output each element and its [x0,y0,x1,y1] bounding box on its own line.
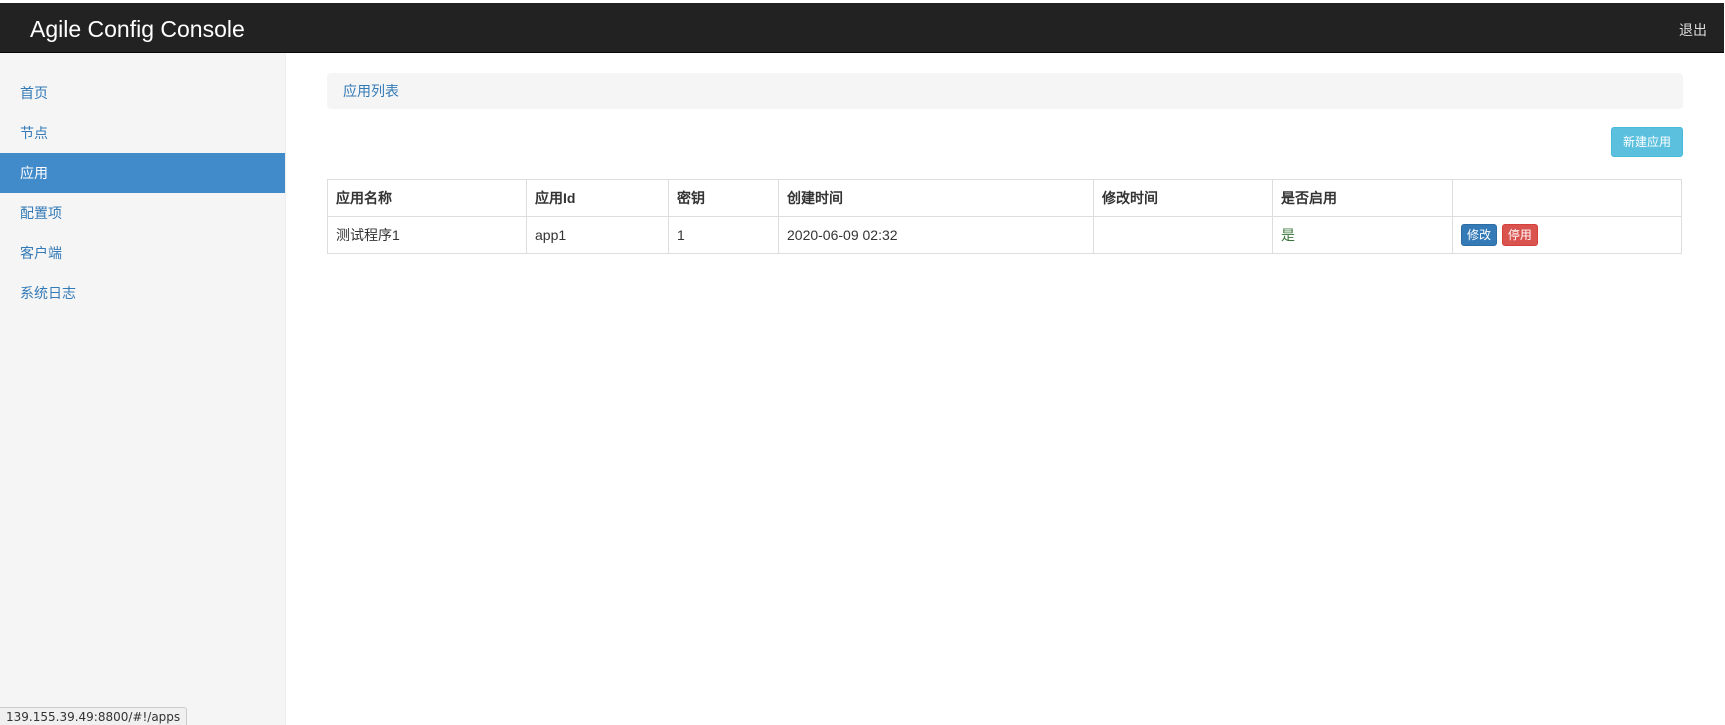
sidebar-item-configs[interactable]: 配置项 [0,193,285,233]
sidebar-item-clients[interactable]: 客户端 [0,233,285,273]
sidebar-item-nodes[interactable]: 节点 [0,113,285,153]
column-header-secret: 密钥 [668,179,779,217]
app-brand[interactable]: Agile Config Console [30,15,245,43]
sidebar: 首页 节点 应用 配置项 客户端 系统日志 [0,53,286,725]
sidebar-item-home[interactable]: 首页 [0,73,285,113]
cell-app-name: 测试程序1 [327,216,527,254]
main-content: 应用列表 新建应用 应用名称 应用Id 密钥 创建时间 修改时间 是否启用 测试… [327,73,1683,254]
apps-table: 应用名称 应用Id 密钥 创建时间 修改时间 是否启用 测试程序1 app1 1… [327,179,1682,254]
cell-enabled: 是 [1272,216,1453,254]
cell-actions: 修改 停用 [1452,216,1682,254]
column-header-modified-time: 修改时间 [1093,179,1273,217]
cell-modified-time [1093,216,1273,254]
column-header-enabled: 是否启用 [1272,179,1453,217]
column-header-actions [1452,179,1682,217]
browser-status-url: 139.155.39.49:8800/#!/apps [0,707,188,725]
table-row: 测试程序1 app1 1 2020-06-09 02:32 是 修改 停用 [327,216,1682,254]
cell-secret: 1 [668,216,779,254]
column-header-created-time: 创建时间 [778,179,1094,217]
toolbar: 新建应用 [327,127,1683,177]
sidebar-item-apps[interactable]: 应用 [0,153,285,193]
cell-created-time: 2020-06-09 02:32 [778,216,1094,254]
column-header-app-id: 应用Id [526,179,669,217]
sidebar-item-system-logs[interactable]: 系统日志 [0,273,285,313]
breadcrumb: 应用列表 [327,73,1683,109]
cell-app-id: app1 [526,216,669,254]
new-app-button[interactable]: 新建应用 [1610,127,1683,157]
sidebar-nav: 首页 节点 应用 配置项 客户端 系统日志 [0,73,285,313]
top-navbar: Agile Config Console 退出 [0,3,1724,53]
table-header-row: 应用名称 应用Id 密钥 创建时间 修改时间 是否启用 [327,179,1682,217]
column-header-app-name: 应用名称 [327,179,527,217]
disable-button[interactable]: 停用 [1501,224,1538,246]
logout-link[interactable]: 退出 [1679,20,1707,40]
edit-button[interactable]: 修改 [1461,224,1498,246]
breadcrumb-app-list[interactable]: 应用列表 [343,83,399,99]
